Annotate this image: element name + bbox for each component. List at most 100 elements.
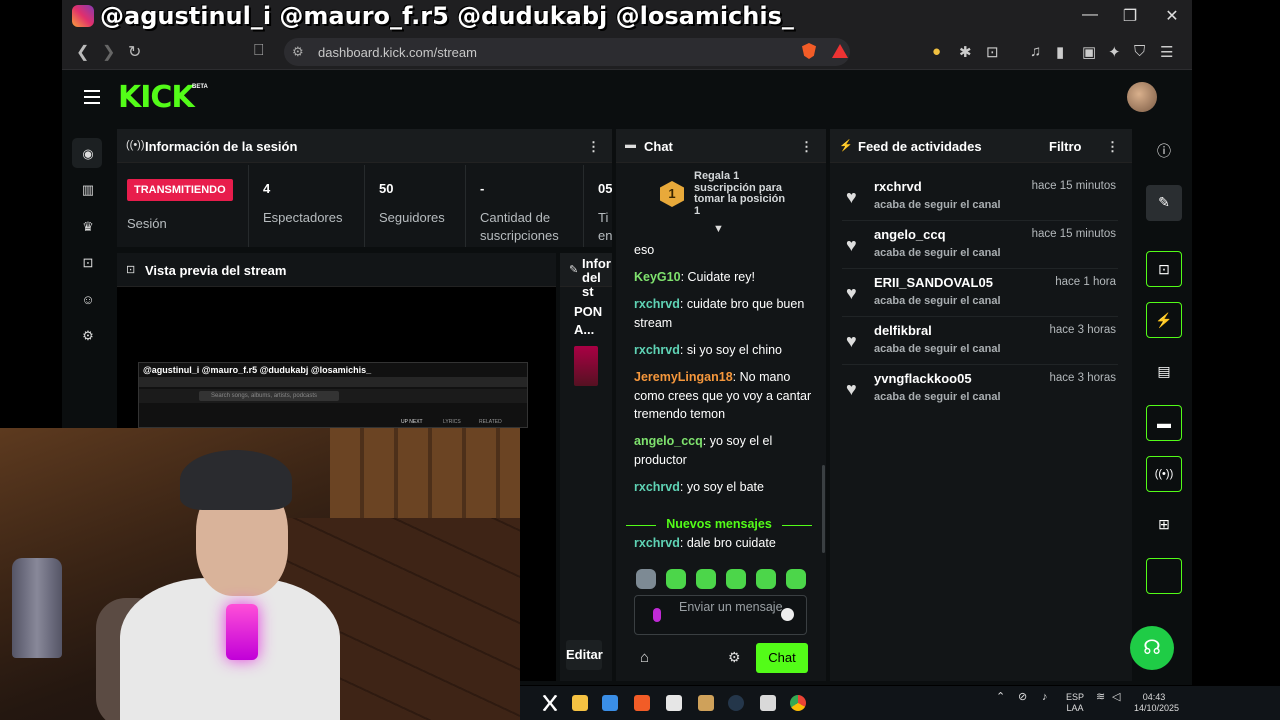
feed-username[interactable]: rxchrvd — [874, 179, 922, 194]
microphone-icon[interactable] — [653, 608, 661, 622]
tray-expand-icon[interactable]: ⌃ — [996, 692, 1005, 703]
brave-app-icon[interactable] — [634, 695, 650, 711]
stream-info-title: Infor del st — [582, 256, 611, 299]
xbox-app-icon[interactable] — [542, 695, 558, 711]
edit-pencil-icon[interactable]: ✎ — [1146, 185, 1182, 221]
webcam-feed — [0, 428, 520, 720]
community-nav-icon[interactable]: ☺ — [80, 292, 96, 308]
language-indicator[interactable]: ESP LAA — [1066, 692, 1084, 714]
clock[interactable]: 04:43 14/10/2025 — [1134, 692, 1179, 714]
obs-app-icon[interactable] — [728, 695, 744, 711]
feed-username[interactable]: angelo_ccq — [874, 227, 946, 242]
feed-username[interactable]: yvngflackkoo05 — [874, 371, 972, 386]
notes-icon[interactable]: ▤ — [1146, 354, 1182, 390]
emote-icon[interactable] — [756, 569, 776, 589]
brave-rewards-icon[interactable] — [832, 44, 848, 58]
leo-ai-icon[interactable]: ✦ — [1108, 43, 1121, 61]
stat-value: 05 — [598, 181, 612, 196]
app-icon[interactable] — [666, 695, 682, 711]
heart-icon: ♥ — [846, 283, 857, 303]
back-icon[interactable]: ❮ — [76, 42, 89, 62]
trophy-nav-icon[interactable]: ♛ — [80, 219, 96, 235]
stat-label: Seguidores — [379, 210, 445, 225]
chat-menu-icon[interactable]: ⋮ — [800, 139, 813, 155]
chrome-app-icon[interactable] — [790, 695, 806, 711]
emote-icon[interactable] — [636, 569, 656, 589]
chat-settings-icon[interactable]: ⚙ — [728, 649, 741, 666]
feed-action: acaba de seguir el canal — [874, 247, 1001, 259]
address-bar[interactable]: ⚙ dashboard.kick.com/stream — [284, 38, 850, 66]
stream-overlay-handles: @agustinul_i @mauro_f.r5 @dudukabj @losa… — [72, 2, 794, 30]
stream-nav-icon[interactable]: ◉ — [80, 146, 96, 162]
emote-icon[interactable] — [726, 569, 746, 589]
bookmark-icon[interactable]: ⎕ — [254, 42, 264, 60]
wallet-badge-icon[interactable]: ● — [932, 43, 941, 60]
app-icon[interactable] — [698, 695, 714, 711]
menu-icon[interactable]: ☰ — [1160, 43, 1173, 61]
sidebar-icon[interactable]: ▮ — [1056, 43, 1064, 61]
lightning-icon[interactable]: ⚡ — [1146, 302, 1182, 338]
collapse-pinned-icon[interactable]: ▼ — [713, 223, 724, 235]
network-off-icon[interactable]: ⊘ — [1018, 692, 1027, 703]
mic-tray-icon[interactable]: ♪ — [1042, 692, 1048, 703]
wifi-icon[interactable]: ≋ — [1096, 692, 1105, 703]
app-icon[interactable] — [602, 695, 618, 711]
explorer-app-icon[interactable] — [572, 695, 588, 711]
chat-username[interactable]: rxchrvd — [634, 343, 680, 357]
analytics-nav-icon[interactable]: ▥ — [80, 182, 96, 198]
send-chat-button[interactable]: Chat — [756, 643, 808, 673]
site-settings-icon[interactable]: ⚙ — [292, 44, 304, 60]
chat-username[interactable]: KeyG10 — [634, 270, 681, 284]
store-icon[interactable]: ⌂ — [640, 649, 649, 666]
app-icon[interactable] — [760, 695, 776, 711]
feed-action: acaba de seguir el canal — [874, 391, 1001, 403]
chat-toggle-icon[interactable]: ▬ — [1146, 405, 1182, 441]
chat-username[interactable]: rxchrvd — [634, 480, 680, 494]
feed-username[interactable]: ERII_SANDOVAL05 — [874, 275, 993, 290]
emote-icon[interactable] — [786, 569, 806, 589]
new-messages-divider[interactable]: Nuevos mensajes — [626, 517, 812, 531]
nested-search-box: Search songs, albums, artists, podcasts — [199, 391, 339, 401]
restore-icon[interactable]: ❐ — [1120, 6, 1140, 26]
feed-menu-icon[interactable]: ⋮ — [1106, 139, 1119, 155]
emoji-picker-icon[interactable] — [781, 608, 794, 621]
feed-username[interactable]: delfikbral — [874, 323, 932, 338]
screenshot-icon[interactable]: ⊡ — [986, 43, 999, 61]
filter-button[interactable]: Filtro — [1049, 139, 1082, 154]
wallet-icon[interactable]: ▣ — [1082, 43, 1096, 61]
chat-scrollbar[interactable] — [822, 465, 825, 553]
edit-button[interactable]: Editar — [566, 640, 603, 670]
close-icon[interactable]: ✕ — [1162, 6, 1182, 26]
media-icon[interactable]: ♫ — [1030, 43, 1041, 60]
stat-subscriptions: - Cantidad de suscripciones — [466, 165, 584, 247]
emote-icon[interactable] — [696, 569, 716, 589]
broadcast-toggle-icon[interactable]: ((•)) — [1146, 456, 1182, 492]
volume-icon[interactable]: ◁ — [1112, 692, 1120, 703]
minimize-icon[interactable]: — — [1080, 6, 1100, 24]
feed-time: hace 15 minutos — [1031, 228, 1116, 240]
chat-username[interactable]: JeremyLingan18 — [634, 370, 733, 384]
clip-icon[interactable]: ⊡ — [1146, 251, 1182, 287]
info-icon[interactable]: ⓘ — [1146, 134, 1182, 170]
forward-icon[interactable]: ❯ — [102, 42, 115, 62]
reload-icon[interactable]: ↻ — [128, 42, 141, 62]
chat-username[interactable]: angelo_ccq — [634, 434, 703, 448]
gift-subscription-text[interactable]: Regala 1 suscripción para tomar la posic… — [694, 170, 794, 217]
chat-message-input[interactable]: Enviar un mensaje — [634, 595, 807, 635]
layout-icon[interactable]: ⊞ — [1146, 507, 1182, 543]
chat-username[interactable]: rxchrvd — [634, 536, 680, 550]
chat-message: rxchrvd: cuidate bro que buen stream — [634, 297, 805, 330]
category-thumbnail[interactable] — [574, 346, 598, 386]
vpn-icon[interactable]: ⛉ — [1134, 43, 1145, 60]
ai-icon[interactable] — [1146, 558, 1182, 594]
chat-username[interactable]: rxchrvd — [634, 297, 680, 311]
clips-nav-icon[interactable]: ⊡ — [80, 255, 96, 271]
kick-logo[interactable]: KICK — [118, 80, 195, 115]
menu-toggle-icon[interactable] — [84, 90, 100, 104]
settings-nav-icon[interactable]: ⚙ — [80, 328, 96, 344]
emote-icon[interactable] — [666, 569, 686, 589]
extensions-icon[interactable]: ✱ — [959, 43, 972, 61]
support-headset-icon[interactable]: ☊ — [1130, 626, 1174, 670]
user-avatar[interactable] — [1127, 82, 1157, 112]
session-menu-icon[interactable]: ⋮ — [587, 139, 600, 155]
